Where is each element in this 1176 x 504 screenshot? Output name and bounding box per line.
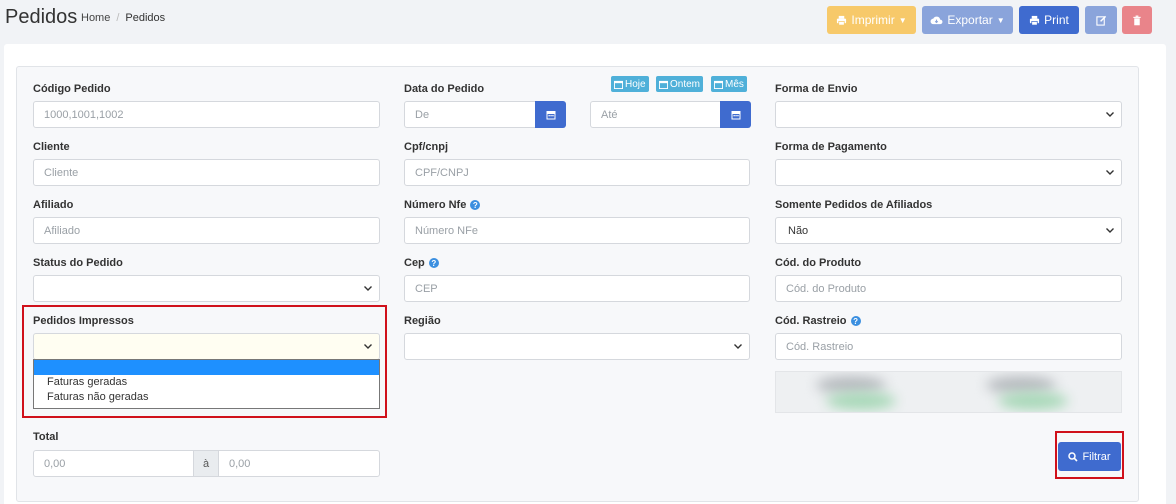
page-title: Pedidos (5, 6, 78, 28)
caret-down-icon: ▼ (898, 15, 907, 25)
edit-button[interactable] (1085, 6, 1117, 34)
printer-icon (1030, 15, 1040, 25)
mes-label: Mês (725, 78, 744, 90)
chevron-down-icon (1106, 170, 1114, 175)
cpf-cnpj-input[interactable] (415, 166, 749, 179)
exportar-label: Exportar (947, 13, 993, 27)
codigo-pedido-input[interactable] (44, 108, 379, 121)
calendar-icon (731, 110, 740, 119)
help-icon[interactable]: ? (850, 316, 861, 326)
help-icon[interactable]: ? (428, 258, 439, 268)
blurred-image (775, 371, 1122, 413)
afiliado-label: Afiliado (33, 199, 74, 211)
pedidos-impressos-highlight (22, 305, 387, 418)
data-de-input[interactable] (415, 108, 535, 121)
somente-afiliados-select[interactable]: Não (775, 217, 1122, 244)
afiliado-field[interactable] (33, 217, 380, 244)
numero-nfe-label: Número Nfe ? (404, 199, 481, 211)
cep-field[interactable] (404, 275, 750, 302)
forma-pagamento-label: Forma de Pagamento (775, 141, 887, 153)
cod-produto-label: Cód. do Produto (775, 257, 862, 269)
hoje-button[interactable]: Hoje (611, 76, 649, 92)
blur-blob (816, 376, 886, 394)
numero-nfe-label-text: Número Nfe (404, 199, 467, 211)
mes-button[interactable]: Mês (711, 76, 747, 92)
cloud-download-icon (930, 16, 943, 24)
delete-button[interactable] (1122, 6, 1152, 34)
help-icon[interactable]: ? (470, 200, 481, 210)
edit-icon (1095, 15, 1106, 26)
blur-blob (998, 392, 1068, 410)
cod-produto-input[interactable] (786, 282, 1121, 295)
numero-nfe-input[interactable] (415, 224, 749, 237)
cep-input[interactable] (415, 282, 749, 295)
calendar-icon (714, 80, 723, 89)
imprimir-button[interactable]: Imprimir ▼ (827, 6, 916, 34)
ontem-label: Ontem (670, 78, 701, 90)
total-min-field[interactable] (33, 450, 194, 477)
data-de-field[interactable] (404, 101, 536, 128)
forma-envio-label: Forma de Envio (775, 83, 858, 95)
cliente-field[interactable] (33, 159, 380, 186)
trash-icon (1133, 15, 1141, 25)
codigo-pedido-label: Código Pedido (33, 83, 111, 95)
cep-label: Cep ? (404, 257, 439, 269)
breadcrumb-home[interactable]: Home (81, 12, 110, 24)
chevron-down-icon (734, 344, 742, 349)
page-scrollbar[interactable] (1168, 44, 1176, 504)
cod-rastreio-field[interactable] (775, 333, 1122, 360)
chevron-down-icon (1106, 228, 1114, 233)
somente-afiliados-label: Somente Pedidos de Afiliados (775, 199, 933, 211)
numero-nfe-field[interactable] (404, 217, 750, 244)
total-label: Total (33, 431, 59, 443)
calendar-icon (614, 80, 623, 89)
calendar-icon (546, 110, 555, 119)
forma-pagamento-select[interactable] (775, 159, 1122, 186)
cpf-cnpj-label: Cpf/cnpj (404, 141, 448, 153)
print-label: Print (1044, 13, 1069, 27)
cod-produto-field[interactable] (775, 275, 1122, 302)
filtrar-highlight (1055, 431, 1124, 479)
status-pedido-label: Status do Pedido (33, 257, 123, 269)
breadcrumb: Home / Pedidos (81, 12, 165, 24)
exportar-button[interactable]: Exportar ▼ (922, 6, 1013, 34)
somente-afiliados-value: Não (788, 224, 809, 237)
chevron-down-icon (364, 286, 372, 291)
afiliado-input[interactable] (44, 224, 379, 237)
regiao-label: Região (404, 315, 441, 327)
total-max-input[interactable] (229, 457, 379, 470)
data-ate-field[interactable] (590, 101, 721, 128)
calendar-icon (659, 80, 668, 89)
forma-envio-select[interactable] (775, 101, 1122, 128)
caret-down-icon: ▼ (996, 15, 1005, 25)
codigo-pedido-field[interactable] (33, 101, 380, 128)
cliente-input[interactable] (44, 166, 379, 179)
data-ate-input[interactable] (601, 108, 720, 121)
total-min-input[interactable] (44, 457, 193, 470)
cpf-cnpj-field[interactable] (404, 159, 750, 186)
breadcrumb-current: Pedidos (125, 12, 166, 24)
blur-blob (986, 376, 1056, 394)
top-bar: Pedidos Home / Pedidos Imprimir ▼ Export… (0, 0, 1176, 44)
cliente-label: Cliente (33, 141, 70, 153)
hoje-label: Hoje (625, 78, 646, 90)
total-separator: à (193, 450, 219, 477)
cod-rastreio-label: Cód. Rastreio ? (775, 315, 861, 327)
imprimir-label: Imprimir (851, 13, 895, 27)
total-max-field[interactable] (218, 450, 380, 477)
printer-icon (837, 15, 847, 25)
blur-blob (826, 392, 896, 410)
data-pedido-label: Data do Pedido (404, 83, 485, 95)
data-ate-calendar-button[interactable] (720, 101, 751, 128)
breadcrumb-separator: / (116, 12, 120, 24)
cod-rastreio-label-text: Cód. Rastreio (775, 315, 847, 327)
data-de-calendar-button[interactable] (535, 101, 566, 128)
ontem-button[interactable]: Ontem (656, 76, 704, 92)
chevron-down-icon (1106, 112, 1114, 117)
cep-label-text: Cep (404, 257, 425, 269)
regiao-select[interactable] (404, 333, 750, 360)
cod-rastreio-input[interactable] (786, 340, 1121, 353)
status-pedido-select[interactable] (33, 275, 380, 302)
print-button[interactable]: Print (1019, 6, 1079, 34)
